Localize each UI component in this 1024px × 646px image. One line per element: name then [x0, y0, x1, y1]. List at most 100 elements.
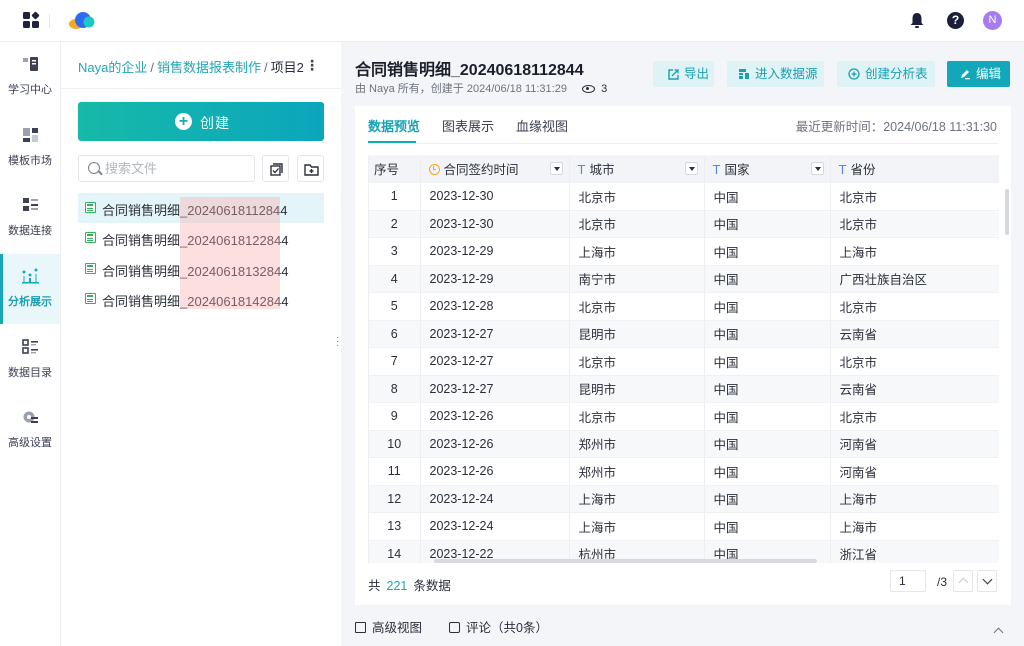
breadcrumb-project-group[interactable]: 销售数据报表制作 [157, 60, 261, 75]
table-cell: 北京市 [830, 292, 999, 321]
dropdown-icon[interactable] [810, 162, 824, 175]
table-cell: 2023-12-30 [420, 182, 570, 211]
table-row[interactable]: 3 2023-12-29 上海市 中国 上海市 [369, 237, 999, 266]
nav-item-template-market[interactable]: 模板市场 [0, 113, 60, 183]
grid-apps-icon[interactable] [23, 11, 40, 28]
batch-select-button[interactable] [262, 155, 289, 182]
table-row[interactable]: 9 2023-12-26 北京市 中国 北京市 [369, 402, 999, 431]
nav-item-data-catalog[interactable]: 数据目录 [0, 325, 60, 395]
column-header-country[interactable]: T 国家 [704, 155, 831, 183]
data-table: 序号 合同签约时间 T 城市 T 国家 T 省份 1 2023-12-30 北京市 中国 北京… [368, 155, 999, 563]
table-row[interactable]: 2 2023-12-30 北京市 中国 北京市 [369, 210, 999, 238]
plus-circle-icon: + [175, 113, 192, 130]
nav-item-learning-center[interactable]: 学习中心 [0, 42, 60, 112]
table-cell: 2023-12-27 [420, 375, 570, 403]
next-page-button[interactable] [977, 570, 997, 592]
table-row[interactable]: 11 2023-12-26 郑州市 中国 河南省 [369, 457, 999, 486]
dropdown-icon[interactable] [549, 162, 563, 175]
text-type-icon: T [577, 162, 586, 177]
catalog-list-icon [22, 339, 38, 354]
cloud-logo[interactable] [68, 10, 98, 32]
file-item[interactable]: 合同销售明细_20240618112844 [78, 193, 324, 223]
page-number-input[interactable] [890, 570, 926, 592]
batch-select-icon [270, 163, 283, 176]
table-row[interactable]: 5 2023-12-28 北京市 中国 北京市 [369, 292, 999, 321]
table-cell: 北京市 [569, 402, 705, 431]
breadcrumb-enterprise[interactable]: Naya的企业 [78, 60, 147, 75]
question-icon[interactable]: ? [947, 12, 964, 29]
search-file-input[interactable] [105, 159, 250, 178]
table-cell: 8 [369, 375, 421, 403]
chevron-down-icon [982, 574, 993, 585]
table-row[interactable]: 6 2023-12-27 昆明市 中国 云南省 [369, 320, 999, 348]
advanced-view-icon [355, 622, 366, 633]
table-cell: 10 [369, 430, 421, 458]
enter-datasource-button[interactable]: 进入数据源 [727, 61, 824, 87]
export-button[interactable]: 导出 [653, 61, 714, 87]
table-row[interactable]: 1 2023-12-30 北京市 中国 北京市 [369, 182, 999, 211]
table-row[interactable]: 13 2023-12-24 上海市 中国 上海市 [369, 512, 999, 541]
table-cell: 9 [369, 402, 421, 431]
column-header-province[interactable]: T 省份 [830, 155, 999, 183]
table-cell: 中国 [704, 210, 831, 238]
table-row[interactable]: 4 2023-12-29 南宁市 中国 广西壮族自治区 [369, 265, 999, 293]
table-cell: 1 [369, 182, 421, 211]
create-analysis-label: 创建分析表 [865, 67, 928, 81]
table-cell: 河南省 [830, 430, 999, 458]
column-header-sign-time[interactable]: 合同签约时间 [420, 155, 570, 183]
more-options-icon[interactable]: ⋮ [305, 56, 319, 74]
nav-item-analysis[interactable]: 分析展示 [0, 254, 60, 324]
create-button[interactable]: + 创建 [78, 102, 324, 141]
file-item[interactable]: 合同销售明细_20240618142844 [78, 284, 324, 314]
table-row[interactable]: 12 2023-12-24 上海市 中国 上海市 [369, 485, 999, 513]
bottom-bar: 高级视图 评论（共0条） [341, 607, 1024, 646]
table-cell: 中国 [704, 430, 831, 458]
table-cell: 中国 [704, 320, 831, 348]
table-cell: 中国 [704, 375, 831, 403]
bell-icon[interactable] [909, 12, 925, 29]
table-row[interactable]: 8 2023-12-27 昆明市 中国 云南省 [369, 375, 999, 403]
chevron-up-icon[interactable] [993, 627, 1004, 638]
table-cell: 7 [369, 347, 421, 376]
nav-item-advanced-settings[interactable]: 高级设置 [0, 395, 60, 465]
datasource-icon [739, 69, 749, 79]
comments-button[interactable]: 评论（共0条） [449, 617, 548, 636]
create-analysis-button[interactable]: 创建分析表 [837, 61, 935, 87]
text-type-icon: T [712, 162, 721, 177]
tab-data-preview[interactable]: 数据预览 [368, 116, 420, 135]
file-item[interactable]: 合同销售明细_20240618122844 [78, 223, 324, 253]
column-header-city[interactable]: T 城市 [569, 155, 705, 183]
table-cell: 北京市 [830, 347, 999, 376]
table-cell: 2 [369, 210, 421, 238]
comment-icon [449, 622, 460, 633]
dropdown-icon[interactable] [684, 162, 698, 175]
divider [49, 14, 50, 28]
table-row[interactable]: 10 2023-12-26 郑州市 中国 河南省 [369, 430, 999, 458]
table-cell: 中国 [704, 457, 831, 486]
nav-item-data-connection[interactable]: 数据连接 [0, 183, 60, 253]
file-item[interactable]: 合同销售明细_20240618132844 [78, 254, 324, 284]
new-folder-button[interactable] [297, 155, 324, 182]
previous-page-button[interactable] [953, 570, 973, 592]
tab-lineage-view[interactable]: 血缘视图 [516, 116, 568, 135]
avatar[interactable]: N [983, 11, 1002, 30]
vertical-scrollbar[interactable] [1005, 189, 1009, 235]
table-row[interactable]: 7 2023-12-27 北京市 中国 北京市 [369, 347, 999, 376]
edit-button[interactable]: 编辑 [947, 61, 1010, 87]
horizontal-scrollbar[interactable] [434, 559, 817, 563]
clock-icon [428, 164, 440, 175]
table-cell: 3 [369, 237, 421, 266]
spreadsheet-icon [85, 202, 96, 213]
table-cell: 6 [369, 320, 421, 348]
tab-chart-display[interactable]: 图表展示 [442, 116, 494, 135]
table-cell: 2023-12-24 [420, 485, 570, 513]
table-cell: 中国 [704, 292, 831, 321]
advanced-view-button[interactable]: 高级视图 [355, 617, 422, 636]
table-cell: 浙江省 [830, 540, 999, 563]
owner-created-info: 由 Naya 所有，创建于 2024/06/18 11:31:29 [355, 83, 567, 95]
table-cell: 2023-12-29 [420, 237, 570, 266]
settings-gear-icon [23, 411, 38, 423]
panel-resize-handle[interactable]: · · · [336, 333, 340, 351]
table-cell: 北京市 [569, 347, 705, 376]
search-file-field [78, 155, 255, 182]
